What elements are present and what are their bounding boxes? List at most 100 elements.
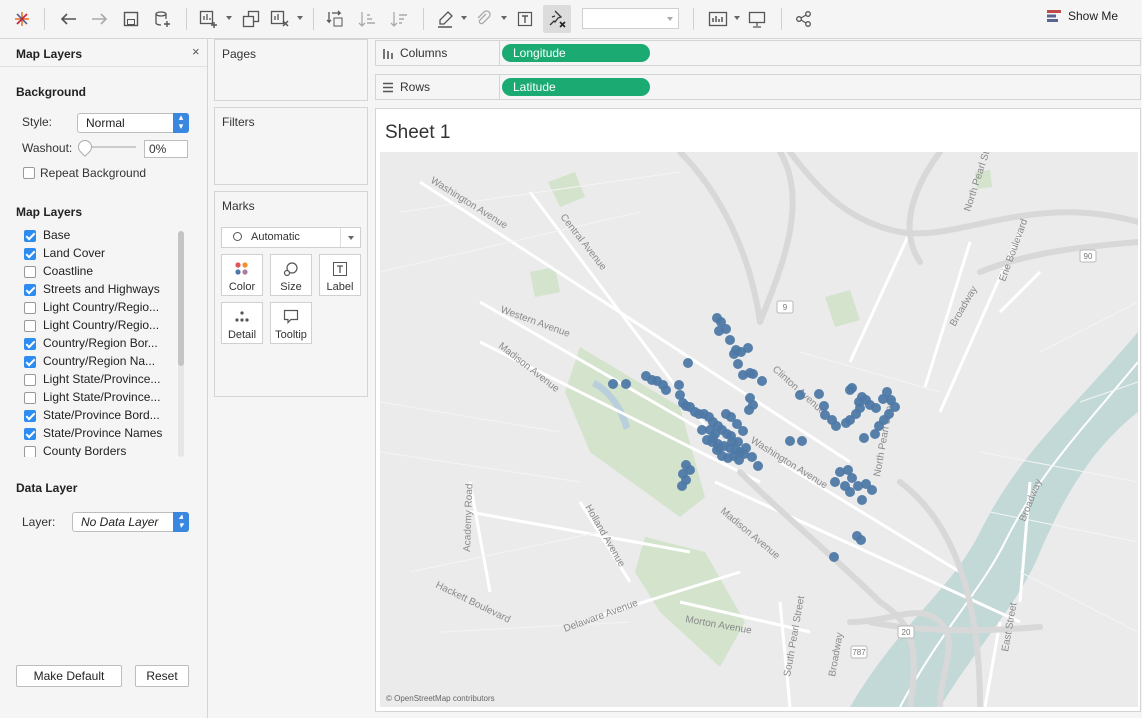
make-default-button[interactable]: Make Default (16, 665, 122, 687)
fit-dropdown[interactable] (582, 8, 679, 29)
data-point[interactable] (830, 477, 840, 487)
data-point[interactable] (725, 335, 735, 345)
data-point[interactable] (757, 376, 767, 386)
data-point[interactable] (859, 433, 869, 443)
view-cards-icon[interactable] (705, 6, 731, 32)
layer-checkbox[interactable] (24, 392, 36, 404)
new-data-source-icon[interactable] (150, 6, 176, 32)
sort-ascending-icon[interactable] (354, 6, 380, 32)
data-point[interactable] (819, 401, 829, 411)
map-view[interactable]: Washington Avenue Central Avenue Western A… (380, 152, 1138, 707)
data-point[interactable] (748, 369, 758, 379)
data-point[interactable] (608, 379, 618, 389)
longitude-pill[interactable]: Longitude (502, 44, 650, 62)
pin-clear-icon[interactable] (544, 6, 570, 32)
highlight-icon[interactable] (432, 6, 458, 32)
layer-checkbox[interactable] (24, 410, 36, 422)
layer-checkbox[interactable] (24, 446, 36, 457)
data-layer-select[interactable]: No Data Layer ▴ ▾ (72, 512, 189, 532)
data-point[interactable] (733, 359, 743, 369)
layer-item[interactable]: Base (24, 227, 176, 245)
layer-checkbox[interactable] (24, 284, 36, 296)
data-point[interactable] (743, 343, 753, 353)
data-point[interactable] (845, 487, 855, 497)
layer-item[interactable]: State/Province Names (24, 425, 176, 443)
data-point[interactable] (867, 485, 877, 495)
swap-rows-columns-icon[interactable] (322, 6, 348, 32)
layer-item[interactable]: Light State/Province... (24, 389, 176, 407)
layer-checkbox[interactable] (24, 302, 36, 314)
data-point[interactable] (747, 452, 757, 462)
save-icon[interactable] (118, 6, 144, 32)
data-point[interactable] (683, 358, 693, 368)
layer-item[interactable]: Light Country/Regio... (24, 299, 176, 317)
data-point[interactable] (857, 495, 867, 505)
data-point[interactable] (744, 405, 754, 415)
washout-input[interactable]: 0% (144, 140, 188, 158)
show-mark-labels-icon[interactable] (512, 6, 538, 32)
data-point[interactable] (847, 383, 857, 393)
style-select[interactable]: Normal ▴ ▾ (77, 113, 189, 133)
washout-slider[interactable] (75, 137, 136, 157)
data-point[interactable] (721, 324, 731, 334)
share-icon[interactable] (791, 6, 817, 32)
layer-checkbox[interactable] (24, 338, 36, 350)
data-point[interactable] (677, 481, 687, 491)
layer-item[interactable]: Streets and Highways (24, 281, 176, 299)
layer-checkbox[interactable] (24, 230, 36, 242)
tableau-logo-icon[interactable] (9, 6, 35, 32)
layer-item[interactable]: Light State/Province... (24, 371, 176, 389)
group-members-icon[interactable] (470, 6, 496, 32)
layer-item[interactable]: Light Country/Regio... (24, 317, 176, 335)
data-point[interactable] (785, 436, 795, 446)
data-point[interactable] (741, 443, 751, 453)
columns-shelf[interactable]: Columns Longitude (375, 40, 1141, 66)
data-point[interactable] (814, 389, 824, 399)
color-button[interactable]: Color (221, 254, 263, 296)
layer-checkbox[interactable] (24, 248, 36, 260)
layer-item[interactable]: Coastline (24, 263, 176, 281)
data-point[interactable] (753, 461, 763, 471)
data-point[interactable] (795, 390, 805, 400)
layer-item[interactable]: Land Cover (24, 245, 176, 263)
slider-knob[interactable] (75, 137, 95, 157)
data-point[interactable] (674, 380, 684, 390)
data-point[interactable] (734, 455, 744, 465)
layer-checkbox[interactable] (24, 374, 36, 386)
data-point[interactable] (697, 425, 707, 435)
show-me-button[interactable]: Show Me (1046, 9, 1118, 23)
layer-item[interactable]: Country/Region Na... (24, 353, 176, 371)
data-point[interactable] (871, 403, 881, 413)
data-point[interactable] (831, 421, 841, 431)
data-point[interactable] (738, 426, 748, 436)
mark-type-select[interactable]: Automatic (221, 227, 361, 248)
redo-icon[interactable] (87, 6, 113, 32)
presentation-mode-icon[interactable] (744, 6, 770, 32)
layers-scrollbar[interactable] (178, 231, 184, 457)
size-button[interactable]: Size (270, 254, 312, 296)
data-point[interactable] (733, 437, 743, 447)
layer-checkbox[interactable] (24, 428, 36, 440)
layer-item[interactable]: State/Province Bord... (24, 407, 176, 425)
label-button[interactable]: Label (319, 254, 361, 296)
detail-button[interactable]: Detail (221, 302, 263, 344)
data-point[interactable] (829, 552, 839, 562)
data-point[interactable] (797, 436, 807, 446)
repeat-background-checkbox[interactable] (23, 167, 35, 179)
data-point[interactable] (708, 433, 718, 443)
data-point[interactable] (661, 385, 671, 395)
layer-checkbox[interactable] (24, 266, 36, 278)
latitude-pill[interactable]: Latitude (502, 78, 650, 96)
data-point[interactable] (621, 379, 631, 389)
data-point[interactable] (847, 473, 857, 483)
new-worksheet-icon[interactable] (196, 6, 222, 32)
data-point[interactable] (856, 535, 866, 545)
layer-checkbox[interactable] (24, 356, 36, 368)
undo-icon[interactable] (55, 6, 81, 32)
rows-shelf[interactable]: Rows Latitude (375, 74, 1141, 100)
clear-sheet-icon[interactable] (267, 6, 293, 32)
scrollbar-thumb[interactable] (178, 231, 184, 366)
data-point[interactable] (870, 429, 880, 439)
sort-descending-icon[interactable] (386, 6, 412, 32)
layer-item[interactable]: Country/Region Bor... (24, 335, 176, 353)
